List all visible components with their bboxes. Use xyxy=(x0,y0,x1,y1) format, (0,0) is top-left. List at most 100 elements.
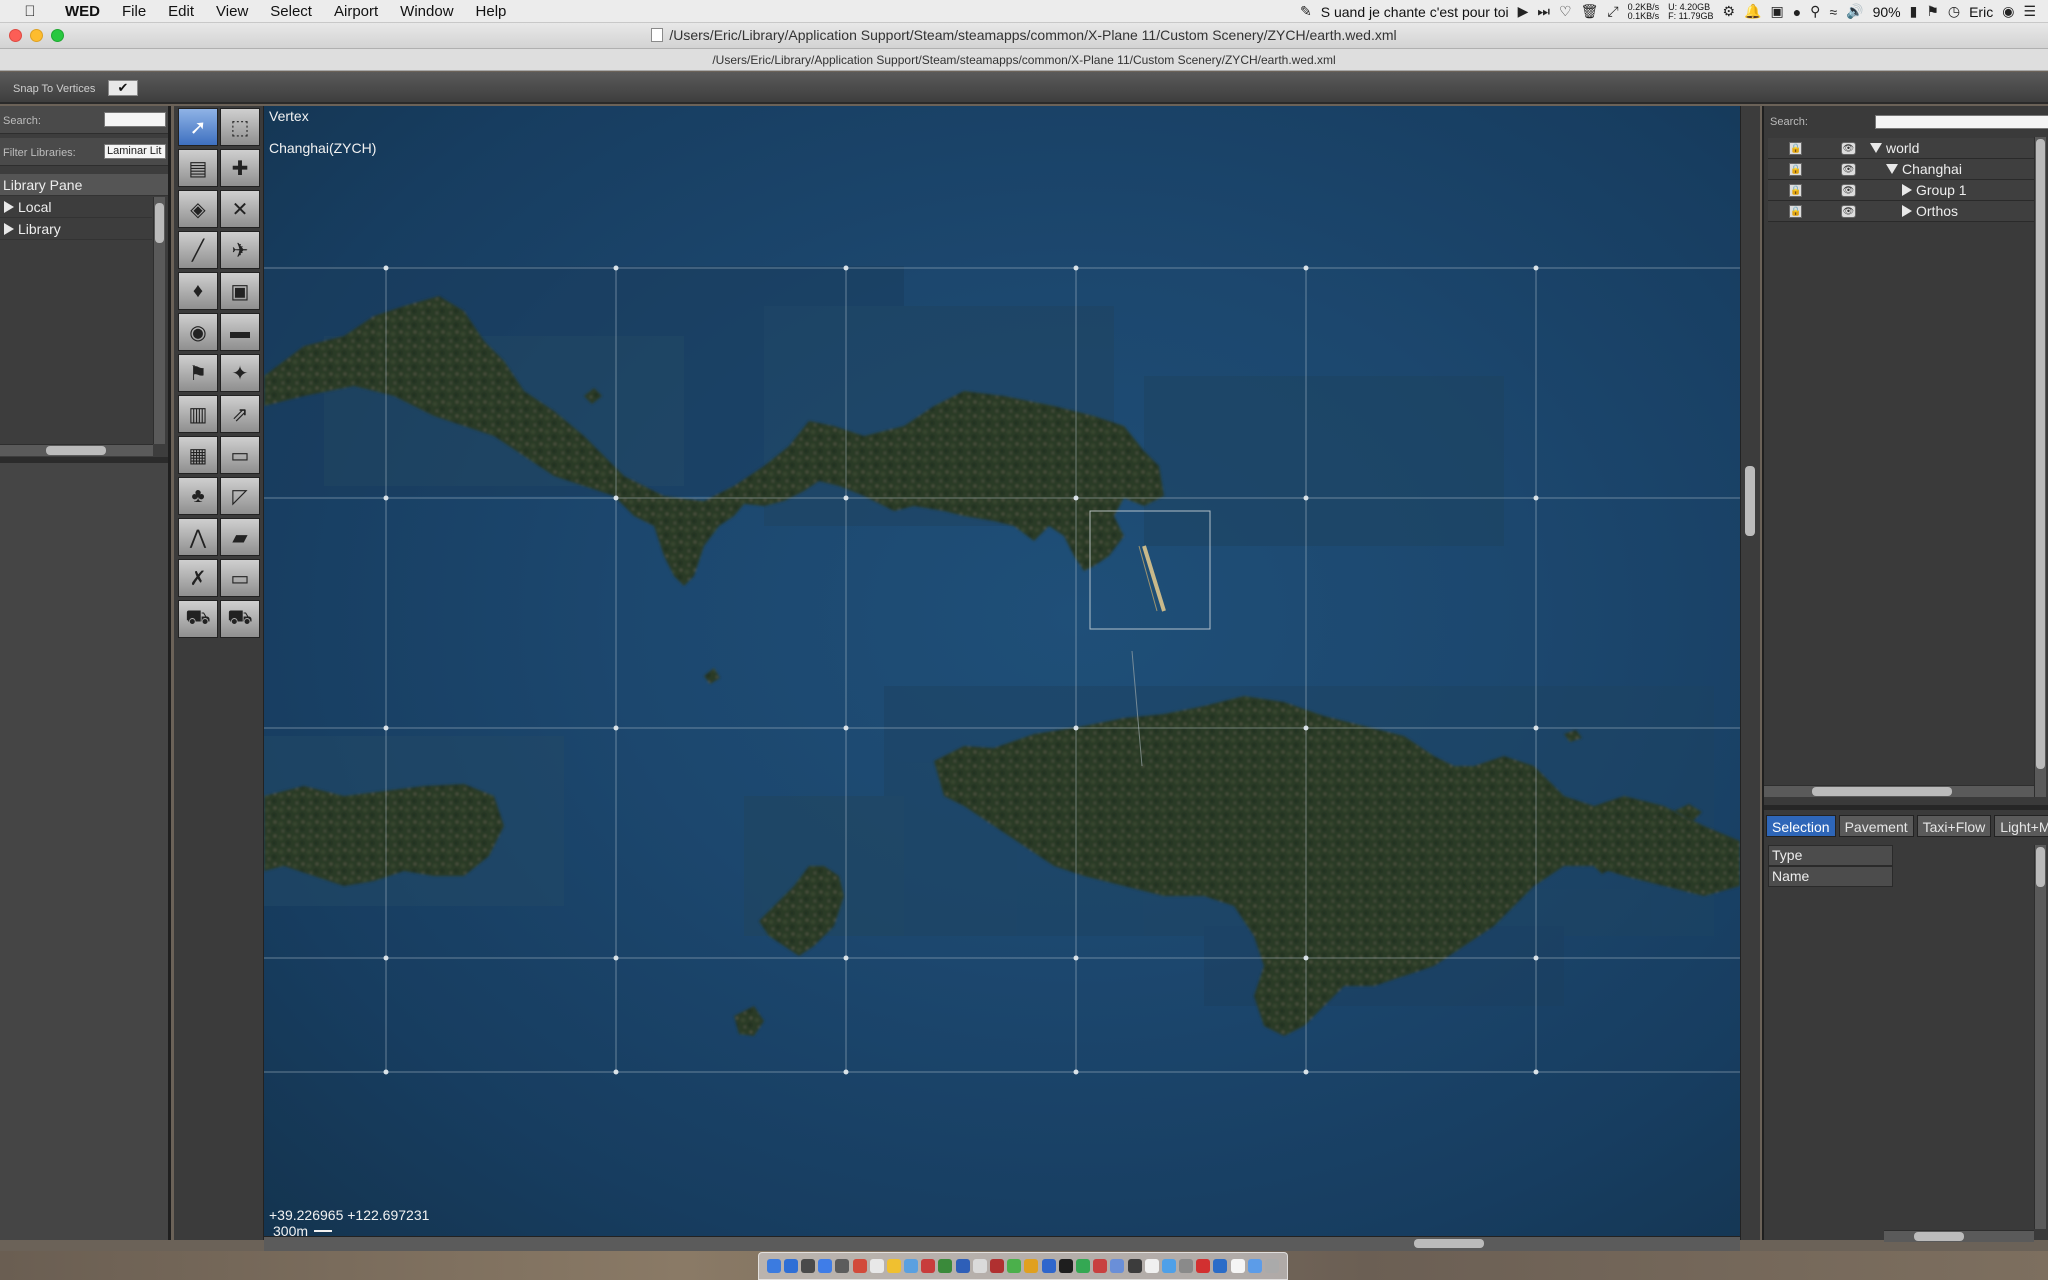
gear-icon[interactable]: ⚙ xyxy=(1722,3,1735,20)
grid-vertex[interactable] xyxy=(383,495,389,501)
grid-vertex[interactable] xyxy=(1533,1069,1539,1075)
grid-vertex[interactable] xyxy=(613,725,619,731)
library-item-library[interactable]: Library xyxy=(0,219,152,240)
scroll-thumb[interactable] xyxy=(155,203,164,243)
truck-destination-tool-icon[interactable]: ⛟ xyxy=(220,600,260,638)
property-type[interactable]: Type xyxy=(1768,845,1893,866)
dock-app-icon[interactable] xyxy=(800,1259,815,1273)
library-horizontal-scrollbar[interactable] xyxy=(0,444,153,456)
taxiway-tool-icon[interactable]: ◈ xyxy=(178,190,218,228)
dock-app-icon[interactable] xyxy=(1247,1259,1262,1273)
helipad-tool-icon[interactable]: ✚ xyxy=(220,149,260,187)
dock-app-icon[interactable] xyxy=(1058,1259,1073,1273)
truck-parking-tool-icon[interactable]: ⛟ xyxy=(178,600,218,638)
map-vertical-scrollbar[interactable] xyxy=(1740,106,1760,1240)
dock-app-icon[interactable] xyxy=(852,1259,867,1273)
grid-vertex[interactable] xyxy=(383,955,389,961)
dock-app-icon[interactable] xyxy=(886,1259,901,1273)
dock-app-icon[interactable] xyxy=(1024,1259,1039,1273)
grid-vertex[interactable] xyxy=(1533,495,1539,501)
dock-app-icon[interactable] xyxy=(904,1259,919,1273)
dock-app-icon[interactable] xyxy=(783,1259,798,1273)
grid-vertex[interactable] xyxy=(383,725,389,731)
dock-app-icon[interactable] xyxy=(921,1259,936,1273)
dock-app-icon[interactable] xyxy=(818,1259,833,1273)
apple-icon[interactable]:  xyxy=(20,3,40,20)
hierarchy-row-world[interactable]: 🔒 👁 world xyxy=(1768,138,2036,159)
wifi-icon[interactable]: ≈ xyxy=(1829,4,1837,20)
dock-app-icon[interactable] xyxy=(1196,1259,1211,1273)
menu-select[interactable]: Select xyxy=(270,3,312,20)
grid-vertex[interactable] xyxy=(383,265,389,271)
battery-icon[interactable]: ▮ xyxy=(1910,3,1918,20)
snap-to-vertices-checkbox[interactable]: ✔ xyxy=(108,80,138,96)
notification-center-icon[interactable]: ☰ xyxy=(2023,3,2036,20)
expand-arrow-icon[interactable] xyxy=(4,201,14,213)
dock-app-icon[interactable] xyxy=(1265,1259,1280,1273)
forest-tool-icon[interactable]: ♣ xyxy=(178,477,218,515)
lock-icon[interactable]: 🔒 xyxy=(1789,142,1802,155)
hierarchy-vertical-scrollbar[interactable] xyxy=(2034,137,2046,797)
battery-percent[interactable]: 90% xyxy=(1873,4,1901,20)
line-marking-tool-icon[interactable]: ╱ xyxy=(178,231,218,269)
grid-vertex[interactable] xyxy=(383,1069,389,1075)
menu-app-wed[interactable]: WED xyxy=(65,3,100,20)
hierarchy-row-changhai[interactable]: 🔒 👁 Changhai xyxy=(1768,159,2036,180)
user-name[interactable]: Eric xyxy=(1969,4,1993,20)
menu-airport[interactable]: Airport xyxy=(334,3,378,20)
tab-selection[interactable]: Selection xyxy=(1766,815,1836,837)
dock-app-icon[interactable] xyxy=(972,1259,987,1273)
string-tool-icon[interactable]: ▭ xyxy=(220,436,260,474)
exclusion-tool-icon[interactable]: ✗ xyxy=(178,559,218,597)
boundary-tool-icon[interactable]: ✈ xyxy=(220,231,260,269)
grid-vertex[interactable] xyxy=(1073,1069,1079,1075)
dock-app-icon[interactable] xyxy=(1179,1259,1194,1273)
menu-edit[interactable]: Edit xyxy=(168,3,194,20)
tab-light-markings[interactable]: Light+Ma xyxy=(1994,815,2048,837)
scroll-thumb[interactable] xyxy=(46,446,106,455)
grid-vertex[interactable] xyxy=(1533,955,1539,961)
grid-vertex[interactable] xyxy=(1303,495,1309,501)
dock-app-icon[interactable] xyxy=(1075,1259,1090,1273)
beacon-tool-icon[interactable]: ✦ xyxy=(220,354,260,392)
grid-vertex[interactable] xyxy=(843,1069,849,1075)
eye-icon[interactable]: 👁 xyxy=(1841,205,1856,218)
lock-icon[interactable]: 🔒 xyxy=(1789,205,1802,218)
search-icon[interactable]: ⚲ xyxy=(1810,3,1820,20)
library-item-local[interactable]: Local xyxy=(0,197,152,218)
collapse-arrow-icon[interactable] xyxy=(1870,143,1882,153)
windsock-tool-icon[interactable]: ▬ xyxy=(220,313,260,351)
library-vertical-scrollbar[interactable] xyxy=(153,197,165,444)
expand-arrow-icon[interactable] xyxy=(1902,184,1912,196)
marquee-tool-icon[interactable]: ⬚ xyxy=(220,108,260,146)
clock-icon[interactable]: ◷ xyxy=(1948,3,1960,20)
hierarchy-horizontal-scrollbar[interactable] xyxy=(1764,785,2034,797)
lock-icon[interactable]: 🔒 xyxy=(1789,163,1802,176)
dock-app-icon[interactable] xyxy=(869,1259,884,1273)
scroll-thumb[interactable] xyxy=(2036,847,2045,887)
line-tool-icon[interactable]: ⋀ xyxy=(178,518,218,556)
next-track-icon[interactable]: ⏭ xyxy=(1537,3,1550,20)
dock-app-icon[interactable] xyxy=(1110,1259,1125,1273)
grid-vertex[interactable] xyxy=(1303,955,1309,961)
hierarchy-row-group-1[interactable]: 🔒 👁 Group 1 xyxy=(1768,180,2036,201)
draped-polygon-tool-icon[interactable]: ▰ xyxy=(220,518,260,556)
filter-libraries-select[interactable]: Laminar Lit xyxy=(104,144,166,159)
scroll-thumb[interactable] xyxy=(1745,466,1755,536)
menu-help[interactable]: Help xyxy=(476,3,507,20)
menu-window[interactable]: Window xyxy=(400,3,453,20)
vertex-tool-icon[interactable]: ➚ xyxy=(178,108,218,146)
grid-vertex[interactable] xyxy=(843,955,849,961)
grid-vertex[interactable] xyxy=(843,725,849,731)
grid-vertex[interactable] xyxy=(1073,955,1079,961)
hierarchy-search-input[interactable] xyxy=(1875,115,2048,129)
network-monitor[interactable]: 0.2KB/s 0.1KB/s xyxy=(1628,2,1660,21)
scroll-thumb[interactable] xyxy=(1414,1239,1484,1248)
play-icon[interactable]: ▶ xyxy=(1518,3,1529,20)
dock-app-icon[interactable] xyxy=(955,1259,970,1273)
grid-vertex[interactable] xyxy=(613,955,619,961)
grid-vertex[interactable] xyxy=(1303,1069,1309,1075)
hold-line-tool-icon[interactable]: ✕ xyxy=(220,190,260,228)
map-viewport[interactable]: Vertex Changhai(ZYCH) +39.226965 +122.69… xyxy=(264,106,1740,1240)
library-search-input[interactable] xyxy=(104,112,166,127)
